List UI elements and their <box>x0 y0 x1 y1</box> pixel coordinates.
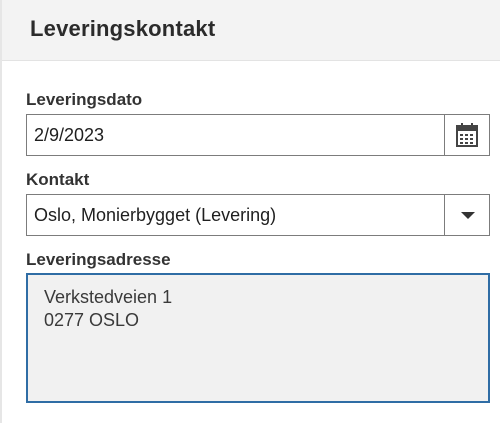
contact-value[interactable]: Oslo, Monierbygget (Levering) <box>34 205 276 226</box>
contact-select[interactable]: Oslo, Monierbygget (Levering) <box>26 194 490 236</box>
calendar-icon[interactable] <box>456 123 478 147</box>
chevron-down-icon[interactable] <box>461 212 475 219</box>
contact-label: Kontakt <box>26 170 90 189</box>
panel-header: Leveringskontakt <box>2 0 500 61</box>
address-line-2: 0277 OSLO <box>44 310 140 330</box>
date-picker-button[interactable] <box>444 115 489 155</box>
delivery-contact-panel: Leveringskontakt Leveringsdato 2/9/2023 <box>0 0 500 423</box>
contact-dropdown-button[interactable] <box>444 195 489 235</box>
address-line-1: Verkstedveien 1 <box>44 287 173 307</box>
delivery-date-label: Leveringsdato <box>26 90 143 109</box>
delivery-date-field[interactable]: 2/9/2023 <box>26 114 490 156</box>
delivery-address-textarea[interactable]: Verkstedveien 1 0277 OSLO <box>26 273 490 403</box>
delivery-address-label: Leveringsadresse <box>26 250 171 269</box>
delivery-date-value[interactable]: 2/9/2023 <box>34 125 104 146</box>
panel-title: Leveringskontakt <box>30 16 216 41</box>
